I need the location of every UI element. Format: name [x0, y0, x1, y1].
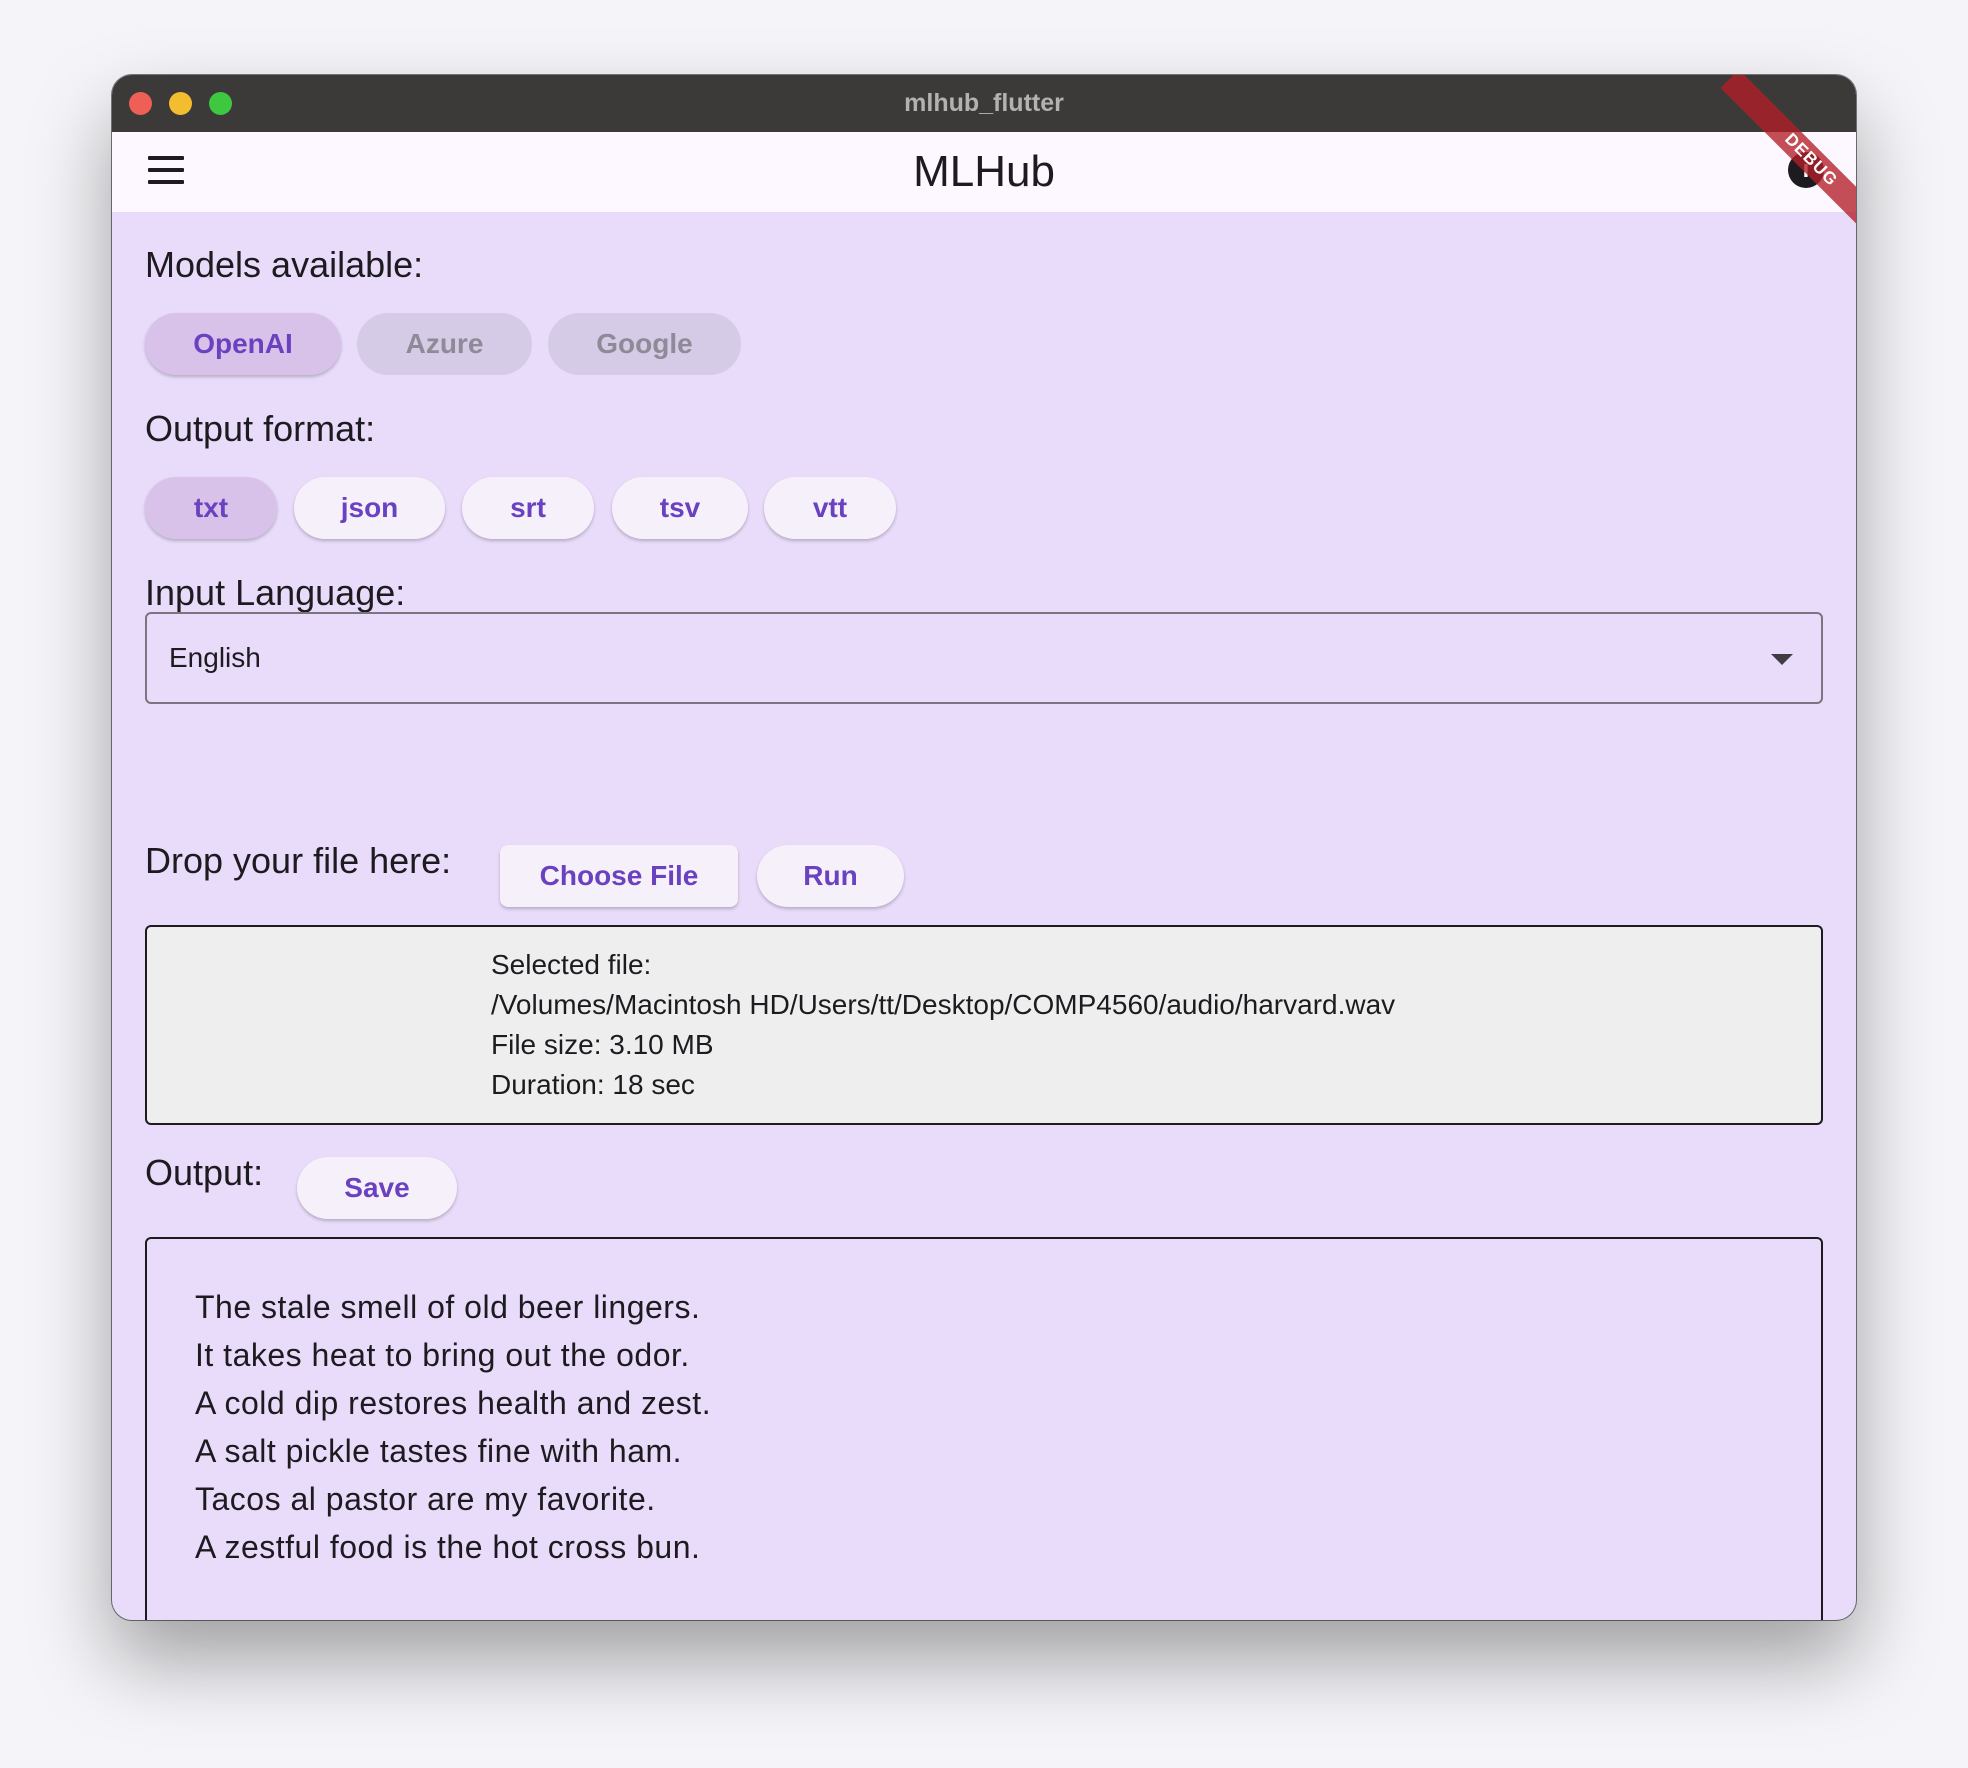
dropdown-selected-value: English — [169, 642, 261, 673]
output-label: Output: — [145, 1152, 264, 1193]
input-language-dropdown[interactable]: English — [145, 612, 1823, 704]
selected-file-label: Selected file: — [491, 949, 652, 980]
window-title: mlhub_flutter — [904, 89, 1064, 117]
window-titlebar: mlhub_flutter — [112, 75, 1856, 132]
output-format-label: Output format: — [145, 408, 376, 449]
output-line: Tacos al pastor are my favorite. — [195, 1481, 656, 1517]
save-button[interactable]: Save — [297, 1157, 457, 1219]
file-path: /Volumes/Macintosh HD/Users/tt/Desktop/C… — [491, 989, 1396, 1020]
run-button[interactable]: Run — [757, 845, 904, 907]
format-chip-json[interactable]: json — [294, 477, 445, 539]
choose-file-button[interactable]: Choose File — [500, 845, 738, 907]
file-duration: Duration: 18 sec — [491, 1069, 695, 1100]
model-chip-azure: Azure — [357, 313, 532, 375]
output-line: A salt pickle tastes fine with ham. — [195, 1433, 683, 1469]
format-chip-tsv[interactable]: tsv — [612, 477, 748, 539]
output-line: A cold dip restores health and zest. — [195, 1385, 712, 1421]
input-language-label: Input Language: — [145, 572, 406, 613]
close-window-button[interactable] — [129, 92, 152, 115]
output-line: The stale smell of old beer lingers. — [195, 1289, 701, 1325]
format-chip-txt[interactable]: txt — [145, 477, 277, 539]
output-line: It takes heat to bring out the odor. — [195, 1337, 690, 1373]
drop-file-label: Drop your file here: — [145, 840, 452, 881]
file-info: Selected file: /Volumes/Macintosh HD/Use… — [491, 945, 1395, 1105]
maximize-window-button[interactable] — [209, 92, 232, 115]
output-text: The stale smell of old beer lingers. It … — [195, 1283, 711, 1571]
file-drop-zone[interactable]: Selected file: /Volumes/Macintosh HD/Use… — [145, 925, 1823, 1125]
model-chip-openai[interactable]: OpenAI — [145, 313, 341, 375]
app-window: mlhub_flutter MLHub i DEBUG Models avail… — [112, 75, 1856, 1620]
main-content: Models available: OpenAI Azure Google Ou… — [145, 212, 1823, 1620]
minimize-window-button[interactable] — [169, 92, 192, 115]
app-bar: MLHub i — [112, 132, 1856, 212]
format-chip-srt[interactable]: srt — [462, 477, 594, 539]
page-title: MLHub — [913, 147, 1055, 196]
model-chip-google: Google — [548, 313, 741, 375]
format-chip-vtt[interactable]: vtt — [764, 477, 896, 539]
models-label: Models available: — [145, 244, 424, 285]
caret-down-icon — [1771, 654, 1793, 665]
output-text-area[interactable]: The stale smell of old beer lingers. It … — [145, 1237, 1823, 1620]
output-line: A zestful food is the hot cross bun. — [195, 1529, 701, 1565]
file-size: File size: 3.10 MB — [491, 1029, 714, 1060]
